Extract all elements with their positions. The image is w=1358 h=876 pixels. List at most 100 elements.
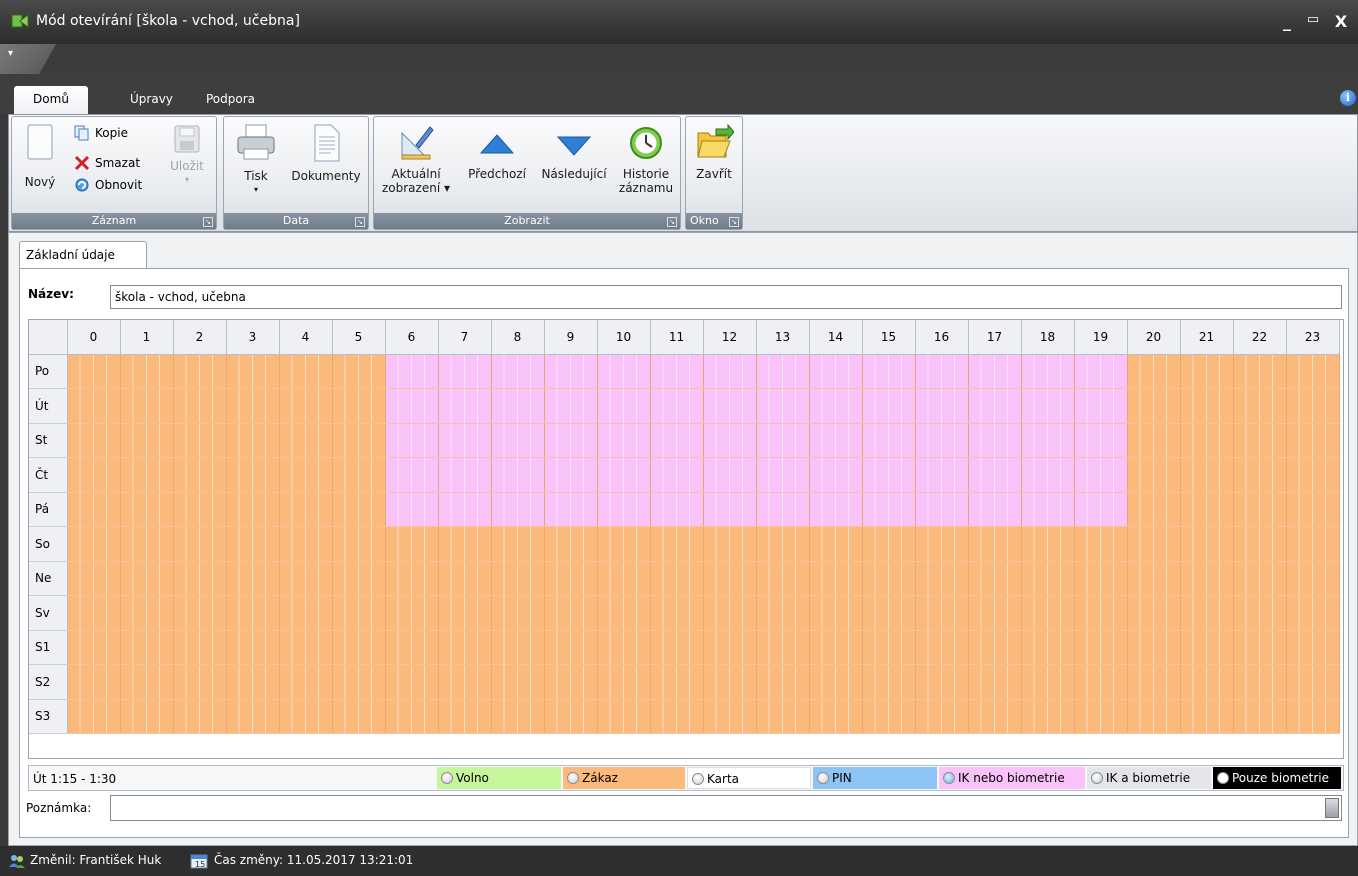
schedule-cell[interactable] [1180,595,1234,631]
schedule-cell[interactable] [67,354,121,389]
schedule-cell[interactable] [1074,423,1128,458]
note-scrollbar[interactable] [1325,798,1339,818]
schedule-cell[interactable] [1021,354,1075,389]
schedule-cell[interactable] [1127,526,1181,562]
schedule-cell[interactable] [703,561,757,596]
schedule-cell[interactable] [809,354,863,389]
schedule-cell[interactable] [703,595,757,631]
schedule-cell[interactable] [1021,526,1075,562]
schedule-cell[interactable] [809,664,863,700]
schedule-cell[interactable] [1021,561,1075,596]
schedule-cell[interactable] [385,699,439,734]
schedule-cell[interactable] [968,423,1022,458]
schedule-cell[interactable] [1286,388,1340,424]
schedule-cell[interactable] [703,699,757,734]
current-view-button[interactable]: Aktuální zobrazení ▾ [378,123,454,195]
tab-upravy[interactable]: Úpravy [118,86,185,114]
schedule-cell[interactable] [862,595,916,631]
history-button[interactable]: Historie záznamu [616,123,676,195]
schedule-cell[interactable] [332,457,386,493]
schedule-cell[interactable] [809,699,863,734]
group-launcher-icon[interactable]: ↘ [729,217,739,227]
schedule-cell[interactable] [1021,423,1075,458]
schedule-cell[interactable] [1233,457,1287,493]
schedule-cell[interactable] [1286,630,1340,665]
schedule-cell[interactable] [1180,388,1234,424]
schedule-cell[interactable] [1127,492,1181,527]
schedule-cell[interactable] [1021,388,1075,424]
schedule-cell[interactable] [120,664,174,700]
schedule-cell[interactable] [1233,354,1287,389]
schedule-cell[interactable] [438,664,492,700]
schedule-cell[interactable] [1021,630,1075,665]
schedule-cell[interactable] [120,630,174,665]
schedule-cell[interactable] [809,526,863,562]
schedule-cell[interactable] [332,354,386,389]
schedule-cell[interactable] [491,561,545,596]
schedule-cell[interactable] [120,354,174,389]
schedule-cell[interactable] [1233,388,1287,424]
print-button[interactable]: Tisk ▾ [230,123,282,197]
schedule-cell[interactable] [67,664,121,700]
schedule-cell[interactable] [67,526,121,562]
schedule-cell[interactable] [1074,492,1128,527]
schedule-cell[interactable] [1286,664,1340,700]
schedule-cell[interactable] [1233,664,1287,700]
schedule-cell[interactable] [385,526,439,562]
schedule-cell[interactable] [120,457,174,493]
group-launcher-icon[interactable]: ↘ [355,217,365,227]
schedule-cell[interactable] [226,423,280,458]
schedule-cell[interactable] [968,699,1022,734]
schedule-cell[interactable] [703,492,757,527]
legend-zakaz[interactable]: Zákaz [563,767,685,789]
schedule-cell[interactable] [915,354,969,389]
schedule-cell[interactable] [544,423,598,458]
schedule-cell[interactable] [915,423,969,458]
schedule-cell[interactable] [279,457,333,493]
schedule-cell[interactable] [279,388,333,424]
schedule-cell[interactable] [809,457,863,493]
schedule-cell[interactable] [1127,664,1181,700]
schedule-cell[interactable] [1286,561,1340,596]
schedule-cell[interactable] [597,595,651,631]
schedule-cell[interactable] [1233,526,1287,562]
schedule-cell[interactable] [1021,492,1075,527]
schedule-cell[interactable] [332,526,386,562]
schedule-cell[interactable] [279,595,333,631]
schedule-cell[interactable] [491,595,545,631]
schedule-cell[interactable] [1127,457,1181,493]
minimize-button[interactable]: _ [1276,12,1298,31]
schedule-cell[interactable] [544,595,598,631]
schedule-cell[interactable] [968,526,1022,562]
documents-button[interactable]: Dokumenty [288,123,364,183]
schedule-cell[interactable] [1074,630,1128,665]
schedule-cell[interactable] [385,423,439,458]
schedule-cell[interactable] [385,354,439,389]
schedule-cell[interactable] [173,457,227,493]
schedule-cell[interactable] [597,526,651,562]
schedule-cell[interactable] [438,699,492,734]
legend-ik-nebo-biometrie[interactable]: IK nebo biometrie [939,767,1085,789]
schedule-cell[interactable] [279,630,333,665]
schedule-cell[interactable] [915,595,969,631]
schedule-cell[interactable] [1286,492,1340,527]
schedule-cell[interactable] [173,630,227,665]
schedule-cell[interactable] [703,354,757,389]
schedule-cell[interactable] [491,526,545,562]
schedule-cell[interactable] [809,423,863,458]
schedule-cell[interactable] [756,354,810,389]
schedule-cell[interactable] [491,388,545,424]
schedule-cell[interactable] [650,457,704,493]
schedule-cell[interactable] [438,423,492,458]
schedule-cell[interactable] [226,354,280,389]
schedule-cell[interactable] [279,526,333,562]
schedule-cell[interactable] [597,492,651,527]
schedule-cell[interactable] [120,526,174,562]
schedule-cell[interactable] [120,561,174,596]
schedule-cell[interactable] [1074,699,1128,734]
save-button[interactable]: Uložit ▾ [162,123,212,187]
group-launcher-icon[interactable]: ↘ [667,217,677,227]
schedule-cell[interactable] [173,354,227,389]
schedule-cell[interactable] [1233,492,1287,527]
schedule-cell[interactable] [1074,561,1128,596]
